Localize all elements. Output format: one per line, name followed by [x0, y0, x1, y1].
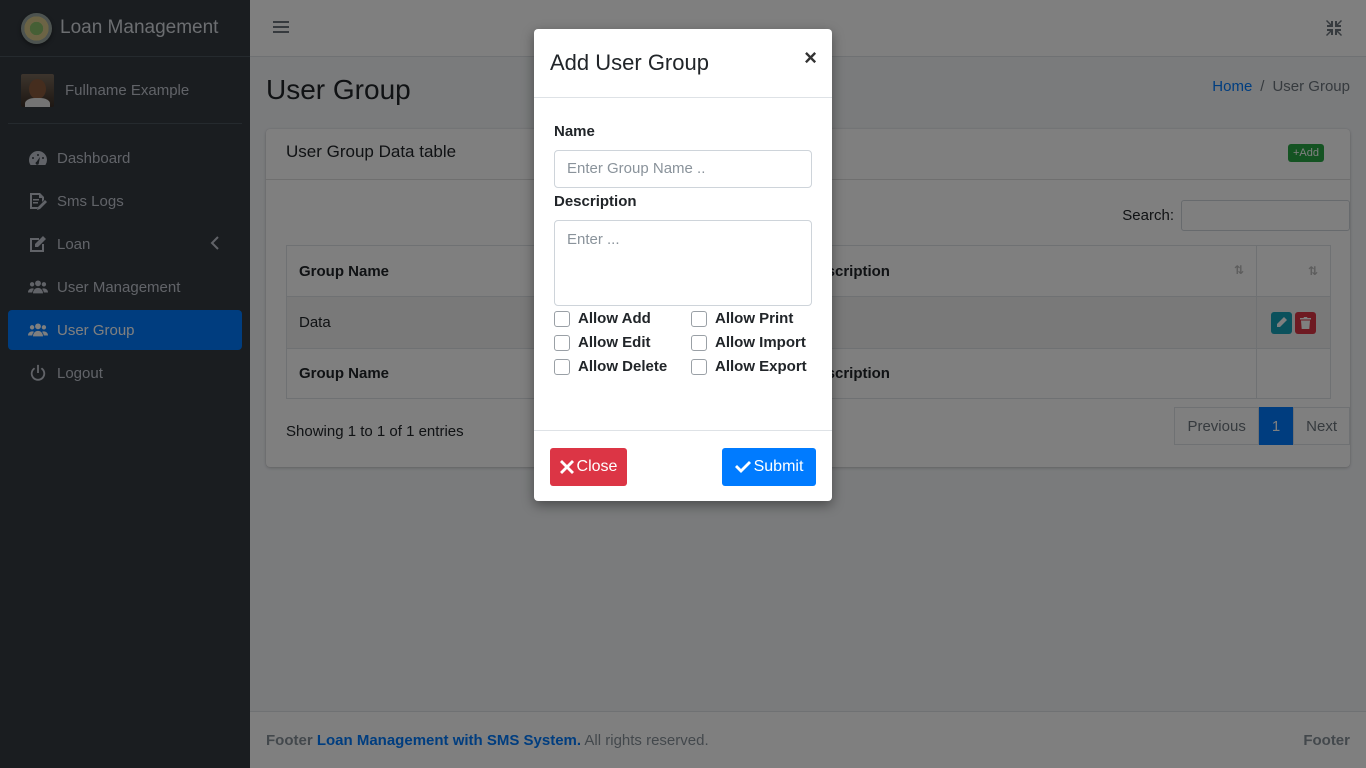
checkbox-box[interactable] [554, 358, 570, 375]
add-user-group-modal: Add User Group × Name Enter Group Name .… [534, 29, 832, 501]
allow-export-checkbox[interactable]: Allow Export [691, 358, 807, 375]
checkbox-box[interactable] [691, 358, 707, 375]
name-label: Name [554, 123, 595, 140]
close-icon[interactable]: × [804, 45, 817, 71]
modal-title: Add User Group [550, 50, 709, 75]
modal-footer: Close Submit [534, 430, 832, 501]
allow-import-checkbox[interactable]: Allow Import [691, 334, 806, 351]
group-name-input[interactable]: Enter Group Name .. [554, 150, 812, 188]
description-label: Description [554, 193, 637, 210]
times-icon [559, 460, 574, 474]
checkbox-box[interactable] [554, 334, 570, 351]
check-icon [734, 461, 751, 473]
allow-delete-checkbox[interactable]: Allow Delete [554, 358, 667, 375]
allow-edit-checkbox[interactable]: Allow Edit [554, 334, 651, 351]
modal-header: Add User Group × [534, 29, 832, 98]
allow-add-checkbox[interactable]: Allow Add [554, 310, 651, 327]
submit-button[interactable]: Submit [722, 448, 816, 486]
allow-print-checkbox[interactable]: Allow Print [691, 310, 793, 327]
modal-body-divider [534, 413, 832, 431]
close-button[interactable]: Close [550, 448, 627, 486]
checkbox-box[interactable] [554, 310, 570, 327]
checkbox-box[interactable] [691, 334, 707, 351]
checkbox-box[interactable] [691, 310, 707, 327]
description-textarea[interactable]: Enter ... [554, 220, 812, 306]
